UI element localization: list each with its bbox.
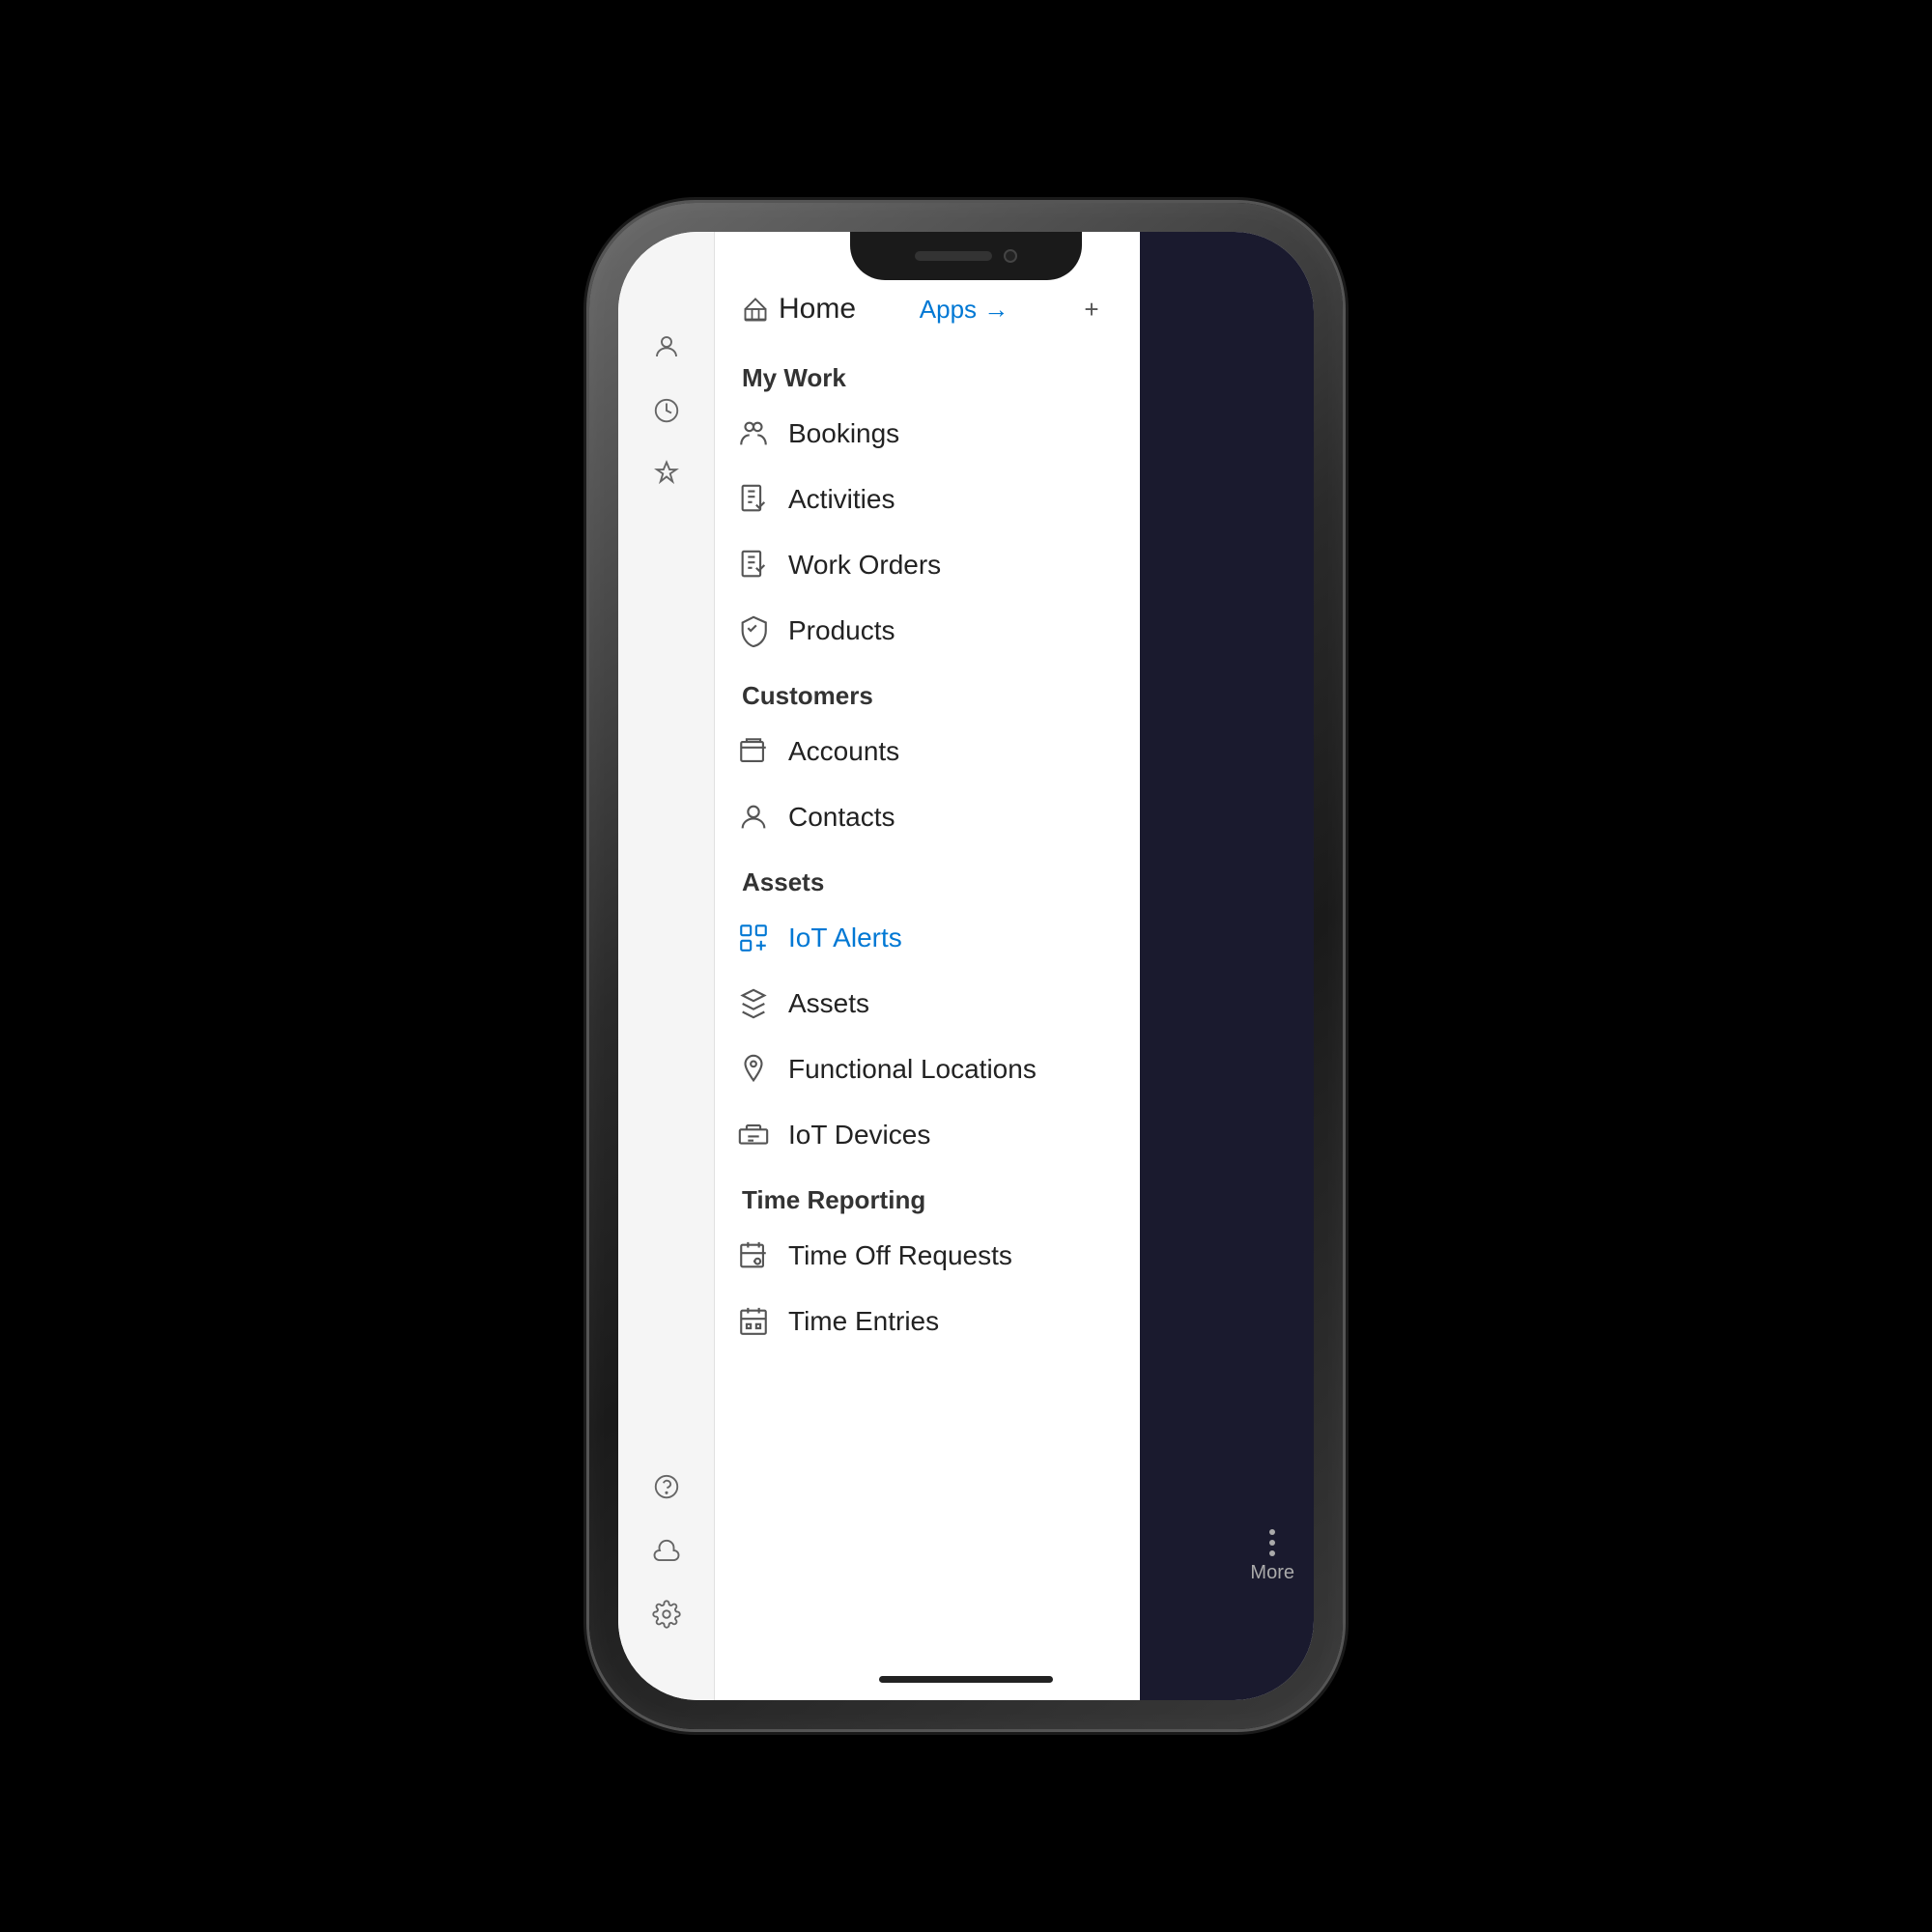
nav-item-time-entries[interactable]: Time Entries bbox=[715, 1289, 1140, 1354]
section-customers: Customers bbox=[715, 664, 1140, 719]
pin-icon[interactable] bbox=[639, 446, 695, 502]
profile-icon[interactable] bbox=[639, 319, 695, 375]
iot-alerts-label: IoT Alerts bbox=[788, 923, 902, 953]
activities-label: Activities bbox=[788, 484, 895, 515]
work-orders-icon bbox=[736, 548, 771, 582]
nav-item-time-off-requests[interactable]: Time Off Requests bbox=[715, 1223, 1140, 1289]
speaker bbox=[915, 251, 992, 261]
phone-screen: Home Apps → + My Work bbox=[618, 232, 1314, 1700]
section-assets: Assets bbox=[715, 850, 1140, 905]
nav-item-assets[interactable]: Assets bbox=[715, 971, 1140, 1037]
nav-item-activities[interactable]: Activities bbox=[715, 467, 1140, 532]
time-off-requests-icon bbox=[736, 1238, 771, 1273]
contacts-icon bbox=[736, 800, 771, 835]
iot-devices-label: IoT Devices bbox=[788, 1120, 930, 1151]
time-off-requests-label: Time Off Requests bbox=[788, 1240, 1012, 1271]
contacts-label: Contacts bbox=[788, 802, 895, 833]
home-label: Home bbox=[779, 293, 856, 326]
more-label[interactable]: More bbox=[1250, 1562, 1294, 1584]
home-row: Home bbox=[742, 293, 856, 326]
more-section: More bbox=[1250, 1529, 1294, 1584]
cloud-icon[interactable] bbox=[639, 1522, 695, 1578]
nav-item-iot-devices[interactable]: IoT Devices bbox=[715, 1102, 1140, 1168]
functional-locations-icon bbox=[736, 1052, 771, 1087]
time-entries-icon bbox=[736, 1304, 771, 1339]
accounts-label: Accounts bbox=[788, 736, 899, 767]
nav-item-functional-locations[interactable]: Functional Locations bbox=[715, 1037, 1140, 1102]
notch bbox=[850, 232, 1082, 280]
dot bbox=[1269, 1529, 1275, 1535]
clock-icon[interactable] bbox=[639, 383, 695, 439]
menu-panel: Home Apps → + My Work bbox=[715, 232, 1140, 1700]
nav-item-products[interactable]: Products bbox=[715, 598, 1140, 664]
home-icon bbox=[742, 296, 769, 323]
settings-icon[interactable] bbox=[639, 1586, 695, 1642]
add-button[interactable]: + bbox=[1072, 290, 1111, 328]
help-icon[interactable] bbox=[639, 1459, 695, 1515]
time-entries-label: Time Entries bbox=[788, 1306, 939, 1337]
apps-link[interactable]: Apps → bbox=[920, 295, 1009, 325]
nav-item-contacts[interactable]: Contacts bbox=[715, 784, 1140, 850]
accounts-icon bbox=[736, 734, 771, 769]
activities-icon bbox=[736, 482, 771, 517]
dot bbox=[1269, 1540, 1275, 1546]
screen-content: Home Apps → + My Work bbox=[618, 232, 1314, 1700]
products-label: Products bbox=[788, 615, 895, 646]
bookings-icon bbox=[736, 416, 771, 451]
functional-locations-label: Functional Locations bbox=[788, 1054, 1037, 1085]
nav-item-bookings[interactable]: Bookings bbox=[715, 401, 1140, 467]
section-time-reporting: Time Reporting bbox=[715, 1168, 1140, 1223]
iot-alerts-icon bbox=[736, 921, 771, 955]
bookings-label: Bookings bbox=[788, 418, 899, 449]
work-orders-label: Work Orders bbox=[788, 550, 941, 581]
nav-item-iot-alerts[interactable]: IoT Alerts bbox=[715, 905, 1140, 971]
assets-icon bbox=[736, 986, 771, 1021]
products-icon bbox=[736, 613, 771, 648]
dots-group bbox=[1269, 1529, 1275, 1556]
phone-device: Home Apps → + My Work bbox=[589, 203, 1343, 1729]
front-camera bbox=[1004, 249, 1017, 263]
section-my-work: My Work bbox=[715, 346, 1140, 401]
right-panel: More bbox=[1140, 232, 1314, 1700]
nav-item-accounts[interactable]: Accounts bbox=[715, 719, 1140, 784]
nav-item-work-orders[interactable]: Work Orders bbox=[715, 532, 1140, 598]
home-indicator bbox=[879, 1676, 1053, 1683]
sidebar bbox=[618, 232, 715, 1700]
iot-devices-icon bbox=[736, 1118, 771, 1152]
dot bbox=[1269, 1550, 1275, 1556]
assets-label: Assets bbox=[788, 988, 869, 1019]
